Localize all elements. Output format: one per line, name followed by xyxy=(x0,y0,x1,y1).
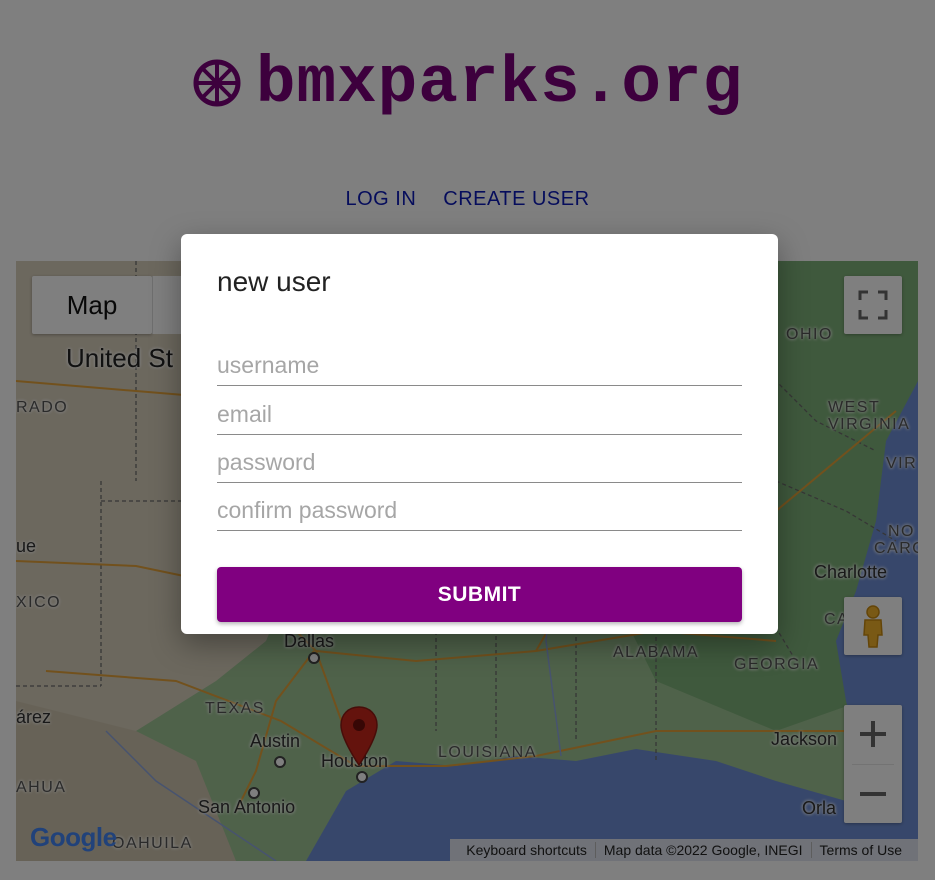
password-input[interactable] xyxy=(217,442,742,483)
new-user-dialog: new user SUBMIT xyxy=(181,234,778,634)
email-input[interactable] xyxy=(217,394,742,435)
username-input[interactable] xyxy=(217,345,742,386)
page: bmxparks.org LOG IN CREATE USER xyxy=(0,0,935,880)
dialog-title: new user xyxy=(217,266,331,297)
confirm-password-input[interactable] xyxy=(217,490,742,531)
submit-button[interactable]: SUBMIT xyxy=(217,567,742,622)
